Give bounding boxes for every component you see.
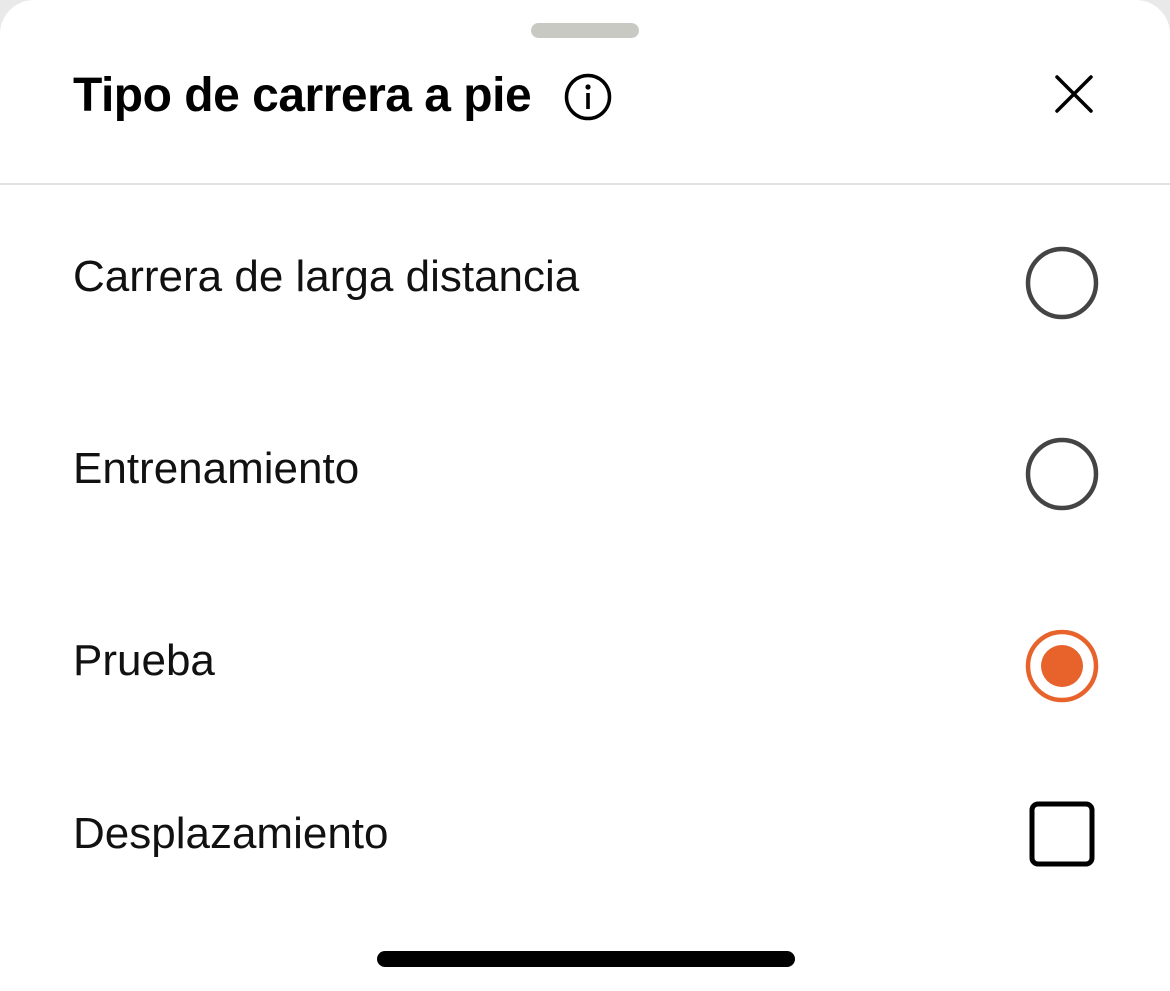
option-label: Desplazamiento: [73, 809, 389, 858]
option-entrenamiento[interactable]: Entrenamiento: [0, 378, 1170, 570]
radio-button[interactable]: [1024, 245, 1100, 321]
checkbox[interactable]: [1024, 796, 1100, 872]
option-prueba[interactable]: Prueba: [0, 570, 1170, 762]
info-icon[interactable]: [564, 73, 612, 121]
close-icon[interactable]: [1050, 70, 1098, 118]
option-label: Prueba: [73, 636, 215, 685]
bottom-sheet: Tipo de carrera a pie Carrera de larga d…: [0, 0, 1170, 991]
home-indicator: [377, 951, 795, 967]
option-label: Carrera de larga distancia: [73, 252, 580, 301]
radio-button-selected[interactable]: [1024, 628, 1100, 704]
sheet-title: Tipo de carrera a pie: [73, 69, 532, 122]
option-desplazamiento[interactable]: Desplazamiento: [0, 762, 1170, 912]
option-carrera-larga-distancia[interactable]: Carrera de larga distancia: [0, 186, 1170, 378]
sheet-header: Tipo de carrera a pie: [0, 0, 1170, 185]
radio-button[interactable]: [1024, 436, 1100, 512]
option-label: Entrenamiento: [73, 444, 360, 493]
